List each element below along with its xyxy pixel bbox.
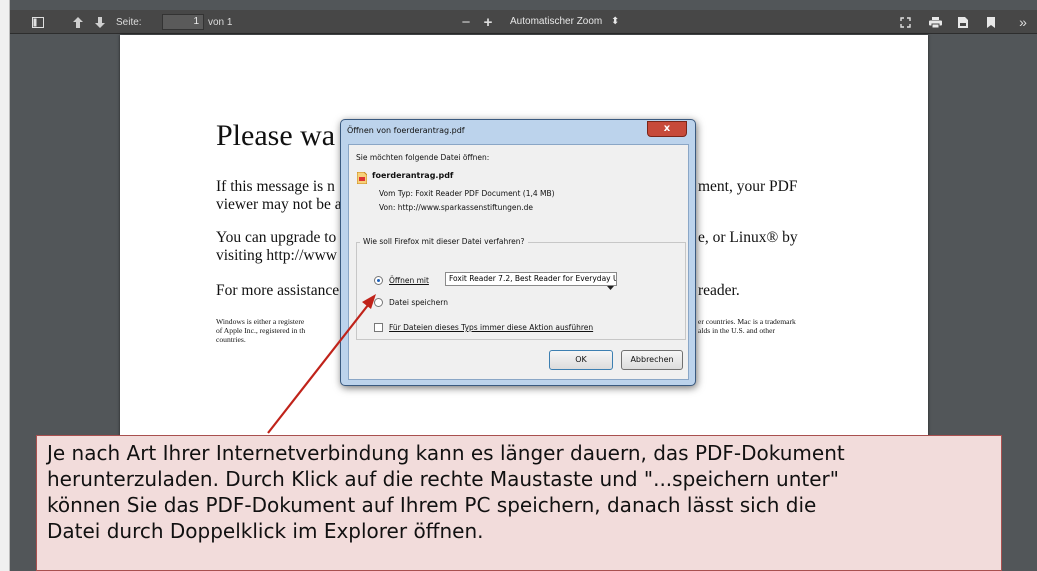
zoom-out-button[interactable]: − xyxy=(458,10,474,34)
callout-line-2: herunterzuladen. Durch Klick auf die rec… xyxy=(47,467,839,491)
paragraph-2-line-2: visiting http://www xyxy=(216,247,337,264)
footnote-right-2: alds in the U.S. and other xyxy=(698,326,775,335)
open-file-dialog: Öffnen von foerderantrag.pdf x Sie möcht… xyxy=(340,119,696,386)
callout-line-4: Datei durch Doppelklick im Explorer öffn… xyxy=(47,519,484,543)
always-action-checkbox[interactable] xyxy=(374,323,383,332)
sidebar-toggle-icon[interactable] xyxy=(28,10,48,34)
page-count: von 1 xyxy=(208,16,233,28)
paragraph-2-line-1: You can upgrade to xyxy=(216,229,337,246)
footnote-right-1: er countries. Mac is a trademark xyxy=(698,317,796,326)
open-with-app-value: Foxit Reader 7.2, Best Reader for Everyd… xyxy=(449,274,617,283)
zoom-value: Automatischer Zoom xyxy=(510,16,603,27)
callout-line-1: Je nach Art Ihrer Internetverbindung kan… xyxy=(47,441,845,465)
zoom-select[interactable]: Automatischer Zoom ⬍ xyxy=(510,14,622,30)
save-file-label[interactable]: Datei speichern xyxy=(389,298,448,307)
chevron-down-icon xyxy=(607,276,615,290)
page-label: Seite: xyxy=(116,16,142,28)
print-icon[interactable] xyxy=(926,10,944,34)
dialog-title: Öffnen von foerderantrag.pdf xyxy=(347,126,465,135)
window-edge xyxy=(0,0,10,571)
open-with-radio[interactable] xyxy=(374,276,383,285)
paragraph-1-line-2: viewer may not be a xyxy=(216,196,342,213)
dialog-file-source: Von: http://www.sparkassenstiftungen.de xyxy=(379,203,533,212)
chevron-updown-icon: ⬍ xyxy=(611,16,620,27)
more-tools-button[interactable]: » xyxy=(1014,10,1032,34)
paragraph-2-right: e, or Linux® by xyxy=(698,229,798,246)
always-action-label[interactable]: Für Dateien dieses Typs immer diese Akti… xyxy=(389,323,593,332)
group-label: Wie soll Firefox mit dieser Datei verfah… xyxy=(360,237,528,246)
arrow-up-icon[interactable] xyxy=(70,10,86,34)
paragraph-1-right: ment, your PDF xyxy=(698,178,798,195)
footnote-line-1: Windows is either a registere xyxy=(216,317,305,326)
open-with-label[interactable]: Öffnen mit xyxy=(389,276,429,285)
save-file-radio[interactable] xyxy=(374,298,383,307)
paragraph-3: For more assistance xyxy=(216,282,340,299)
zoom-in-button[interactable]: + xyxy=(480,10,496,34)
open-with-app-select[interactable]: Foxit Reader 7.2, Best Reader for Everyd… xyxy=(445,272,617,286)
bookmark-icon[interactable] xyxy=(982,10,1000,34)
callout-note: Je nach Art Ihrer Internetverbindung kan… xyxy=(36,435,1002,571)
arrow-down-icon[interactable] xyxy=(92,10,108,34)
dialog-file-type: Vom Typ: Foxit Reader PDF Document (1,4 … xyxy=(379,189,555,198)
page-heading: Please wa xyxy=(216,119,336,152)
dialog-close-button[interactable]: x xyxy=(647,121,687,137)
download-icon[interactable] xyxy=(954,10,972,34)
dialog-filename: foerderantrag.pdf xyxy=(372,171,454,180)
dialog-body: Sie möchten folgende Datei öffnen: foerd… xyxy=(348,144,689,380)
pdf-file-icon xyxy=(356,169,368,185)
callout-line-3: können Sie das PDF-Dokument auf Ihrem PC… xyxy=(47,493,817,517)
fullscreen-icon[interactable] xyxy=(896,10,914,34)
footnote-line-2: of Apple Inc., registered in th xyxy=(216,326,306,335)
footnote-line-3: countries. xyxy=(216,335,246,344)
dialog-question: Sie möchten folgende Datei öffnen: xyxy=(356,153,490,162)
page-number-input[interactable]: 1 xyxy=(162,14,204,30)
cancel-button[interactable]: Abbrechen xyxy=(621,350,683,370)
screenshot: Seite: 1 von 1 − + Automatischer Zoom ⬍ … xyxy=(0,0,1037,571)
ok-button[interactable]: OK xyxy=(549,350,613,370)
pdf-toolbar: Seite: 1 von 1 − + Automatischer Zoom ⬍ … xyxy=(10,10,1037,34)
paragraph-3-right: reader. xyxy=(698,282,740,299)
paragraph-1-line-1: If this message is n xyxy=(216,178,335,195)
